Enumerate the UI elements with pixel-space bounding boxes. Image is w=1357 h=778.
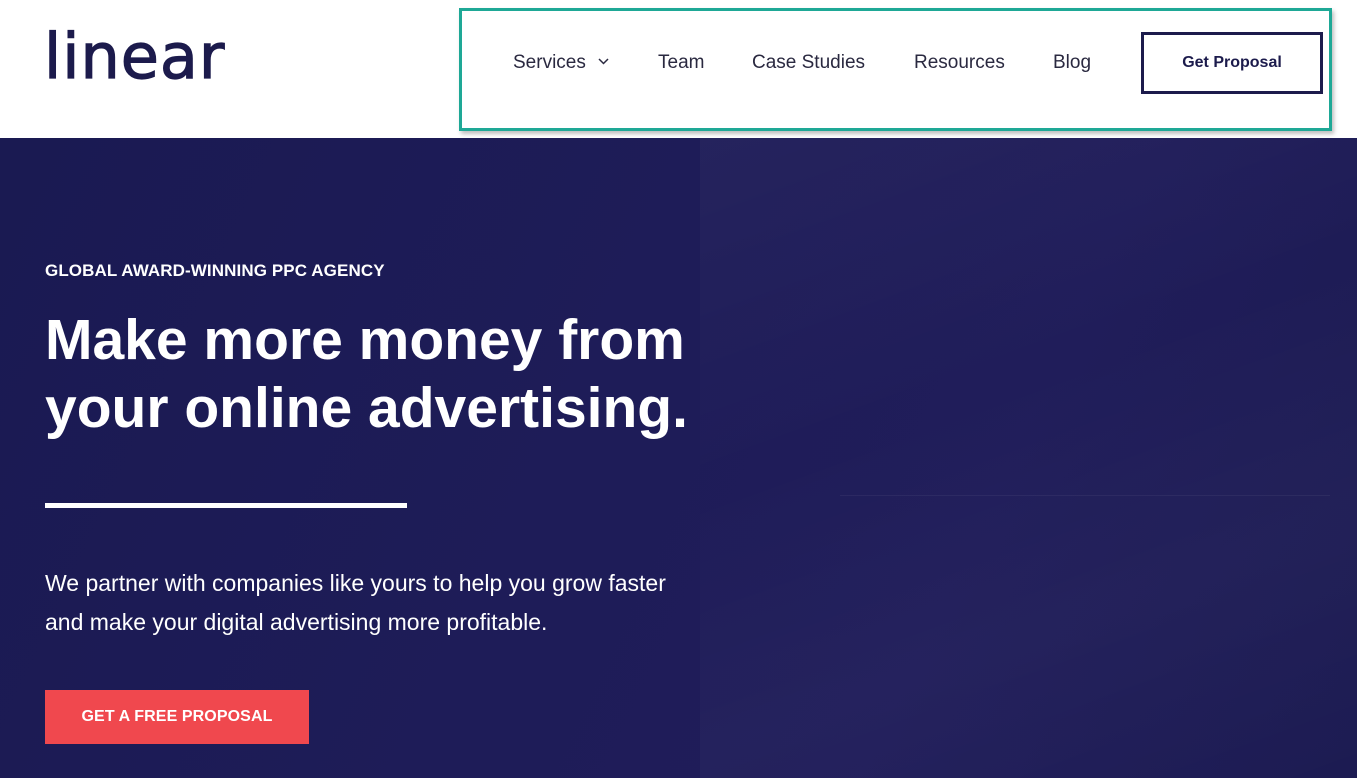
site-header: linear Services Team Case Studies Resour…	[0, 0, 1357, 138]
hero-eyebrow: GLOBAL AWARD-WINNING PPC AGENCY	[45, 261, 385, 280]
hero-section: GLOBAL AWARD-WINNING PPC AGENCY Make mor…	[0, 138, 1357, 778]
nav-item-case-studies[interactable]: Case Studies	[752, 52, 865, 74]
nav-item-services[interactable]: Services	[513, 52, 609, 74]
linear-logo[interactable]: linear	[43, 25, 225, 88]
hero-background-texture	[700, 138, 1357, 778]
nav-item-resources[interactable]: Resources	[914, 52, 1005, 74]
nav-item-team[interactable]: Team	[658, 52, 704, 74]
chevron-down-icon	[598, 49, 609, 71]
page: linear Services Team Case Studies Resour…	[0, 0, 1357, 778]
main-nav: Services Team Case Studies Resources Blo…	[459, 8, 1329, 131]
hero-headline-line-2: your online advertising.	[45, 376, 688, 440]
hero-headline: Make more money from your online adverti…	[45, 306, 765, 442]
nav-item-blog[interactable]: Blog	[1053, 52, 1091, 74]
hero-subtext-line-1: We partner with companies like yours to …	[45, 570, 666, 596]
hero-subtext: We partner with companies like yours to …	[45, 564, 805, 642]
hero-decorative-line	[840, 495, 1330, 496]
hero-subtext-line-2: and make your digital advertising more p…	[45, 609, 548, 635]
hero-divider	[45, 503, 407, 508]
get-free-proposal-button[interactable]: GET A FREE PROPOSAL	[45, 690, 309, 744]
nav-item-label: Services	[513, 52, 586, 74]
hero-headline-line-1: Make more money from	[45, 308, 685, 372]
get-proposal-button[interactable]: Get Proposal	[1141, 32, 1323, 94]
